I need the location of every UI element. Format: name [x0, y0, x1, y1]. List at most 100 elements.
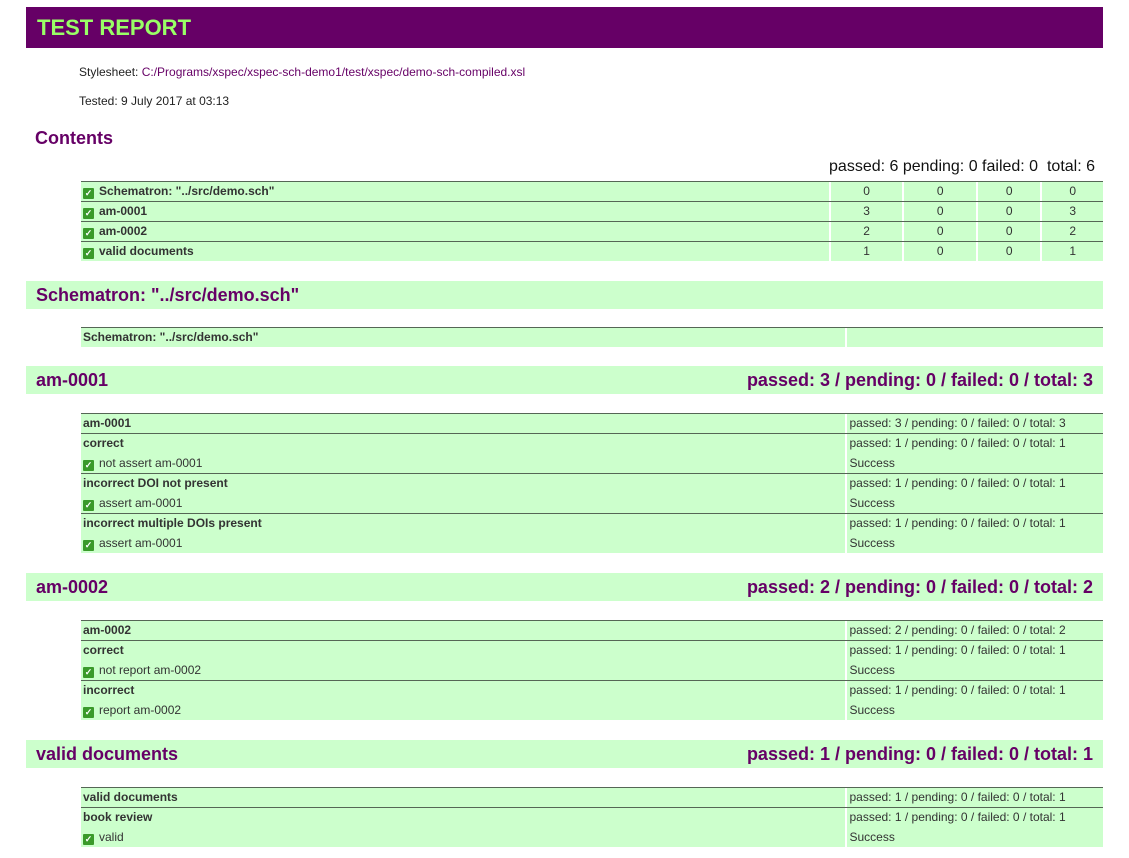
test-result: Success — [847, 700, 1103, 720]
pending-count: 0 — [904, 201, 976, 221]
check-box-icon: ✓ — [83, 707, 94, 718]
scenario-result: passed: 1 / pending: 0 / failed: 0 / tot… — [847, 473, 1103, 493]
contents-summary: passed: 6 pending: 0 failed: 0 total: 6 — [829, 158, 1095, 175]
test-result: Success — [847, 493, 1103, 513]
table-row: ✓ assert am-0001 Success — [81, 493, 1103, 513]
pending-count: 0 — [904, 221, 976, 241]
table-row: am-0002 passed: 2 / pending: 0 / failed:… — [81, 620, 1103, 640]
failed-count: 0 — [977, 221, 1041, 241]
section-title: Schematron: "../src/demo.sch" — [36, 285, 300, 305]
scenario-label: incorrect multiple DOIs present — [81, 513, 846, 533]
section-title: am-0002 — [36, 577, 109, 597]
table-row: incorrect passed: 1 / pending: 0 / faile… — [81, 680, 1103, 700]
scenario-label: am-0001 — [81, 413, 846, 433]
scenario-label: incorrect — [81, 680, 846, 700]
stylesheet-label: Stylesheet: — [79, 65, 142, 79]
check-box-icon: ✓ — [83, 248, 94, 259]
section-summary: passed: 3 / pending: 0 / failed: 0 / tot… — [746, 370, 1093, 390]
contents-row[interactable]: ✓ am-0001 3 0 0 3 — [81, 201, 1103, 221]
test-label: ✓ not assert am-0001 — [81, 453, 846, 473]
test-result: Success — [847, 453, 1103, 473]
scenario-label: valid documents — [81, 787, 846, 807]
test-label: ✓ assert am-0001 — [81, 533, 846, 553]
table-row: ✓ assert am-0001 Success — [81, 533, 1103, 553]
check-box-icon: ✓ — [83, 540, 94, 551]
scenario-result: passed: 1 / pending: 0 / failed: 0 / tot… — [847, 433, 1103, 453]
table-row: incorrect multiple DOIs present passed: … — [81, 513, 1103, 533]
table-row: ✓ valid Success — [81, 827, 1103, 847]
check-box-icon: ✓ — [83, 667, 94, 678]
scenario-label: Schematron: "../src/demo.sch" — [81, 327, 846, 347]
passed-count: 1 — [830, 241, 903, 261]
section-header-am-0001: am-0001 passed: 3 / pending: 0 / failed:… — [26, 366, 1103, 394]
scenario-label: correct — [81, 433, 846, 453]
section-header-am-0002: am-0002 passed: 2 / pending: 0 / failed:… — [26, 573, 1103, 601]
scenario-result: passed: 1 / pending: 0 / failed: 0 / tot… — [847, 680, 1103, 700]
check-box-icon: ✓ — [83, 208, 94, 219]
contents-row[interactable]: ✓ Schematron: "../src/demo.sch" 0 0 0 0 — [81, 181, 1103, 201]
section-header-valid-documents: valid documents passed: 1 / pending: 0 /… — [26, 740, 1103, 768]
am-0001-table: am-0001 passed: 3 / pending: 0 / failed:… — [81, 413, 1103, 553]
check-box-icon: ✓ — [83, 500, 94, 511]
scenario-label: book review — [81, 807, 846, 827]
scenario-label: incorrect DOI not present — [81, 473, 846, 493]
section-summary: passed: 2 / pending: 0 / failed: 0 / tot… — [746, 577, 1093, 597]
report-page: TEST REPORT Stylesheet: C:/Programs/xspe… — [0, 0, 1129, 858]
table-row: ✓ not report am-0002 Success — [81, 660, 1103, 680]
section-title: valid documents — [36, 744, 179, 764]
section-title: am-0001 — [36, 370, 109, 390]
scenario-result: passed: 2 / pending: 0 / failed: 0 / tot… — [847, 620, 1103, 640]
scenario-result: passed: 1 / pending: 0 / failed: 0 / tot… — [847, 787, 1103, 807]
total-count: 1 — [1042, 241, 1103, 261]
stylesheet-link[interactable]: C:/Programs/xspec/xspec-sch-demo1/test/x… — [142, 65, 525, 79]
test-result: Success — [847, 660, 1103, 680]
failed-count: 0 — [977, 181, 1041, 201]
failed-count: 0 — [977, 241, 1041, 261]
contents-table: ✓ Schematron: "../src/demo.sch" 0 0 0 0 ✓… — [81, 181, 1103, 261]
table-row: ✓ report am-0002 Success — [81, 700, 1103, 720]
check-box-icon: ✓ — [83, 834, 94, 845]
scenario-result: passed: 1 / pending: 0 / failed: 0 / tot… — [847, 807, 1103, 827]
test-result: Success — [847, 533, 1103, 553]
table-row: incorrect DOI not present passed: 1 / pe… — [81, 473, 1103, 493]
contents-link[interactable]: ✓ am-0001 — [81, 201, 829, 221]
section-summary: passed: 1 / pending: 0 / failed: 0 / tot… — [746, 744, 1093, 764]
table-row: correct passed: 1 / pending: 0 / failed:… — [81, 640, 1103, 660]
stylesheet-line: Stylesheet: C:/Programs/xspec/xspec-sch-… — [79, 65, 525, 79]
check-box-icon: ✓ — [83, 228, 94, 239]
contents-row[interactable]: ✓ am-0002 2 0 0 2 — [81, 221, 1103, 241]
test-label: ✓ assert am-0001 — [81, 493, 846, 513]
scenario-label: am-0002 — [81, 620, 846, 640]
table-row: ✓ not assert am-0001 Success — [81, 453, 1103, 473]
table-row: valid documents passed: 1 / pending: 0 /… — [81, 787, 1103, 807]
test-label: ✓ not report am-0002 — [81, 660, 846, 680]
contents-link[interactable]: ✓ am-0002 — [81, 221, 829, 241]
section-header-schematron: Schematron: "../src/demo.sch" — [26, 281, 1103, 309]
pending-count: 0 — [904, 241, 976, 261]
scenario-label: correct — [81, 640, 846, 660]
contents-link[interactable]: ✓ Schematron: "../src/demo.sch" — [81, 181, 829, 201]
valid-documents-table: valid documents passed: 1 / pending: 0 /… — [81, 787, 1103, 847]
total-count: 2 — [1042, 221, 1103, 241]
failed-count: 0 — [977, 201, 1041, 221]
passed-count: 2 — [830, 221, 903, 241]
contents-heading: Contents — [35, 128, 113, 148]
schematron-table: Schematron: "../src/demo.sch" — [81, 327, 1103, 347]
table-row: am-0001 passed: 3 / pending: 0 / failed:… — [81, 413, 1103, 433]
test-label: ✓ valid — [81, 827, 846, 847]
passed-count: 0 — [830, 181, 903, 201]
tested-date: Tested: 9 July 2017 at 03:13 — [79, 94, 230, 108]
check-box-icon: ✓ — [83, 460, 94, 471]
check-box-icon: ✓ — [83, 188, 94, 199]
scenario-result: passed: 3 / pending: 0 / failed: 0 / tot… — [847, 413, 1103, 433]
contents-link[interactable]: ✓ valid documents — [81, 241, 829, 261]
scenario-result: passed: 1 / pending: 0 / failed: 0 / tot… — [847, 513, 1103, 533]
scenario-result: passed: 1 / pending: 0 / failed: 0 / tot… — [847, 640, 1103, 660]
contents-row[interactable]: ✓ valid documents 1 0 0 1 — [81, 241, 1103, 261]
scenario-result — [847, 327, 1103, 347]
total-count: 3 — [1042, 201, 1103, 221]
test-label: ✓ report am-0002 — [81, 700, 846, 720]
report-title: TEST REPORT — [26, 7, 1103, 48]
table-row: Schematron: "../src/demo.sch" — [81, 327, 1103, 347]
am-0002-table: am-0002 passed: 2 / pending: 0 / failed:… — [81, 620, 1103, 720]
